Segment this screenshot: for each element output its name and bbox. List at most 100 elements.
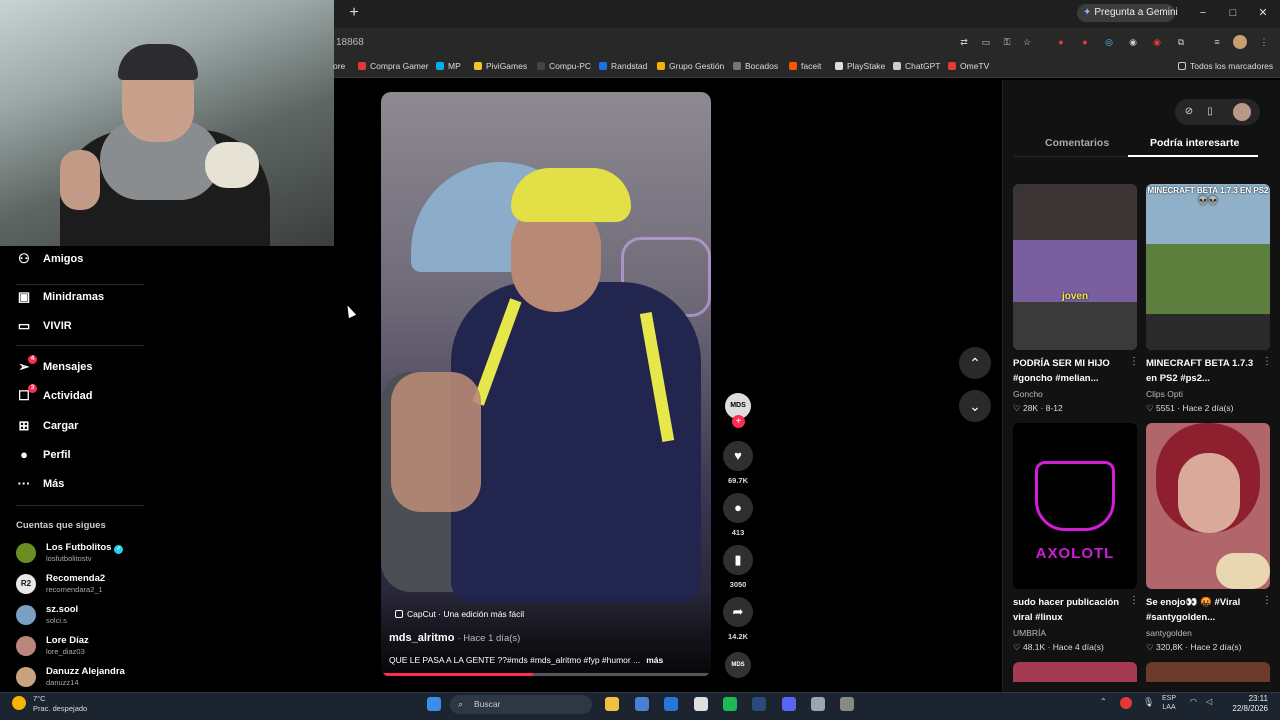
recommendation-author[interactable]: UMBRÍA	[1013, 628, 1046, 638]
bookmark[interactable]: faceit	[789, 61, 821, 71]
bookmark[interactable]: Grupo Gestión	[657, 61, 724, 71]
bookmark[interactable]: Compu-PC	[537, 61, 591, 71]
extension-icon[interactable]: ◉	[1126, 35, 1140, 49]
more-options-icon[interactable]: ⋮	[1129, 595, 1139, 606]
outlook-icon[interactable]	[664, 697, 678, 711]
like-action[interactable]: ♥ 69.7K	[722, 441, 754, 485]
bookmark[interactable]: ore	[333, 61, 345, 71]
sidebar-item-mensajes[interactable]: ➢ 4 Mensajes	[16, 355, 93, 378]
bookmark[interactable]: ChatGPT	[893, 61, 940, 71]
avatar[interactable]	[16, 636, 36, 656]
recommendation-author[interactable]: santygolden	[1146, 628, 1192, 638]
sidebar-item-amigos[interactable]: ⚇ Amigos	[16, 248, 83, 270]
key-icon[interactable]: ⚿	[1000, 35, 1014, 49]
bookmark[interactable]: Bocados	[733, 61, 778, 71]
all-bookmarks[interactable]: Todos los marcadores	[1178, 61, 1273, 71]
recommendation-title[interactable]: MINECRAFT BETA 1.7.3 en PS2 #ps2...	[1146, 356, 1260, 386]
recommendation-thumbnail[interactable]: joven	[1013, 184, 1137, 350]
recommendation-card[interactable]: joven PODRÍA SER MI HIJO #goncho #melian.…	[1013, 184, 1139, 420]
gemini-button[interactable]: ✦ Pregunta a Gemini	[1077, 4, 1178, 22]
video-player[interactable]: CapCut · Una edición más fácil mds_alrit…	[381, 92, 711, 677]
save-action[interactable]: ▮ 3050	[722, 545, 754, 589]
recommendation-thumbnail[interactable]: MINECRAFT BETA 1.7.3 EN PS2 👽👽	[1146, 184, 1270, 350]
bookmark[interactable]: PlayStake	[835, 61, 885, 71]
star-icon[interactable]: ☆	[1020, 35, 1034, 49]
taskbar-search[interactable]: ⌕ Buscar	[450, 695, 592, 714]
capcut-link[interactable]: CapCut · Una edición más fácil	[395, 609, 524, 619]
more-options-icon[interactable]: ⋮	[1262, 595, 1272, 606]
close-button[interactable]: ✕	[1256, 6, 1270, 20]
following-account[interactable]: Lore Díaz lore_diaz03	[16, 633, 166, 661]
settings-icon[interactable]	[811, 697, 825, 711]
store-icon[interactable]	[635, 697, 649, 711]
discord-icon[interactable]	[782, 697, 796, 711]
more-options-icon[interactable]: ⋮	[1129, 356, 1139, 367]
bookmark[interactable]: PiviGames	[474, 61, 527, 71]
maximize-button[interactable]: □	[1226, 6, 1240, 20]
recommendation-title[interactable]: sudo hacer publicación viral #linux	[1013, 595, 1127, 625]
account-name[interactable]: Los Futbolitos ✓	[46, 542, 124, 554]
recommendation-author[interactable]: Goncho	[1013, 389, 1043, 399]
reading-list-icon[interactable]: ≡	[1210, 35, 1224, 49]
recommendation-title[interactable]: Se enojo👀 🤬 #Viral #santygolden...	[1146, 595, 1260, 625]
wifi-icon[interactable]: ◠	[1190, 697, 1197, 706]
recommendation-author[interactable]: Clips Opti	[1146, 389, 1183, 399]
following-account[interactable]: R2 Recomenda2 recomendara2_1	[16, 571, 166, 599]
phone-icon[interactable]: ▯	[1202, 104, 1218, 120]
minimize-button[interactable]: −	[1196, 6, 1210, 20]
sidebar-item-cargar[interactable]: ⊞ Cargar	[16, 415, 79, 437]
account-name[interactable]: sz.sool	[46, 604, 78, 615]
account-name[interactable]: Lore Díaz	[46, 635, 89, 646]
sidebar-item-perfil[interactable]: ● Perfil	[16, 444, 70, 466]
recommendation-thumbnail[interactable]	[1146, 662, 1270, 682]
recommendation-card[interactable]: Se enojo👀 🤬 #Viral #santygolden... ⋮ santy…	[1146, 423, 1272, 659]
compass-icon[interactable]: ⊘	[1181, 104, 1197, 120]
sidebar-item-minidramas[interactable]: ▣ Minidramas	[16, 286, 104, 308]
spotify-icon[interactable]	[723, 697, 737, 711]
bookmark[interactable]: MP	[436, 61, 461, 71]
sidebar-item-más[interactable]: ··· Más	[16, 473, 65, 495]
extensions-puzzle-icon[interactable]: ⧉	[1174, 35, 1188, 49]
bookmark-icon[interactable]: ▮	[723, 545, 753, 575]
tab-comments[interactable]: Comentarios	[1045, 137, 1109, 149]
address-bar[interactable]: 18868	[336, 37, 364, 48]
adblock-icon[interactable]: ●	[1078, 35, 1092, 49]
extension-icon[interactable]: ◎	[1102, 35, 1116, 49]
video-progress-bar[interactable]	[381, 673, 711, 676]
profile-avatar[interactable]	[1233, 35, 1247, 49]
more-options-icon[interactable]: ⋮	[1262, 356, 1272, 367]
more-link[interactable]: más	[646, 655, 663, 665]
avatar[interactable]: R2	[16, 574, 36, 594]
sidebar-item-vivir[interactable]: ▭ VIVIR	[16, 315, 72, 337]
recommendation-card[interactable]: AXOLOTL sudo hacer publicación viral #lin…	[1013, 423, 1139, 659]
translate-icon[interactable]: ⇄	[957, 35, 971, 49]
share-icon[interactable]: ➦	[723, 597, 753, 627]
tab-interest[interactable]: Podría interesarte	[1150, 137, 1239, 149]
app-icon[interactable]	[840, 697, 854, 711]
following-account[interactable]: sz.sool solci.s	[16, 602, 166, 630]
language-indicator[interactable]: ESP LAA	[1162, 694, 1176, 712]
bookmark[interactable]: Randstad	[599, 61, 647, 71]
new-tab-button[interactable]: +	[346, 5, 362, 21]
follow-button[interactable]: +	[732, 415, 745, 428]
bookmark[interactable]: OmeTV	[948, 61, 989, 71]
windows-start-icon[interactable]	[427, 697, 441, 711]
menu-icon[interactable]: ⋮	[1257, 35, 1271, 49]
tray-app-icon[interactable]	[1120, 697, 1132, 709]
panel-avatar[interactable]	[1233, 103, 1251, 121]
recommendation-card[interactable]: MINECRAFT BETA 1.7.3 EN PS2 👽👽 MINECRAFT …	[1146, 184, 1272, 420]
account-name[interactable]: Recomenda2	[46, 573, 105, 584]
video-author-name[interactable]: mds_alritmo	[389, 632, 454, 644]
steam-icon[interactable]	[752, 697, 766, 711]
avatar[interactable]	[16, 543, 36, 563]
cast-icon[interactable]: ▭	[979, 35, 993, 49]
avatar[interactable]	[16, 605, 36, 625]
chrome-icon[interactable]	[694, 697, 708, 711]
tray-chevron-icon[interactable]: ⌃	[1100, 697, 1107, 706]
music-disc[interactable]: MDS	[725, 652, 751, 678]
extension-icon[interactable]: ◉	[1150, 35, 1164, 49]
comment-icon[interactable]: ●	[723, 493, 753, 523]
taskbar-clock[interactable]: 23:11 22/8/2026	[1218, 694, 1268, 714]
file-explorer-icon[interactable]	[605, 697, 619, 711]
weather-widget[interactable]: 7°C Prac. despejado	[33, 694, 87, 714]
